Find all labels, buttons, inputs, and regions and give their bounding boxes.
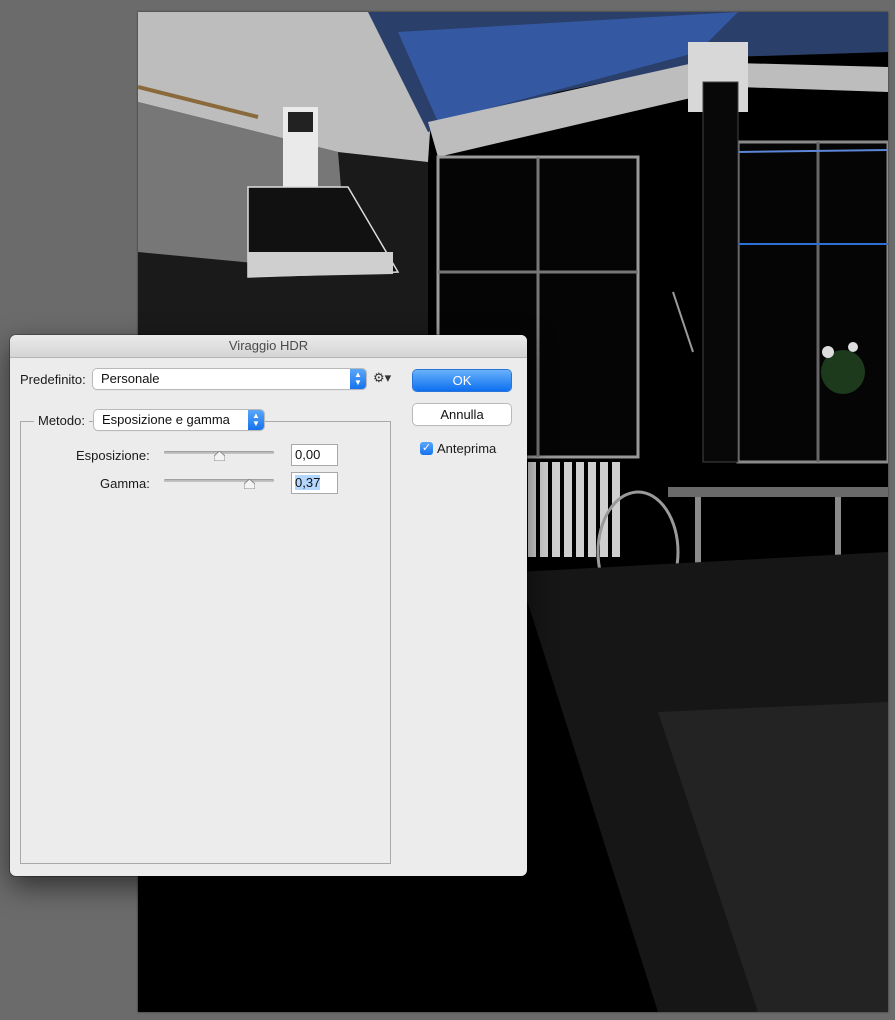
gear-icon[interactable]: ⚙▾ (373, 370, 391, 386)
up-down-arrows-icon: ▲ ▼ (248, 410, 264, 430)
method-label: Metodo: (34, 413, 89, 428)
exposure-label: Esposizione: (76, 448, 150, 463)
gamma-slider[interactable] (164, 479, 274, 482)
preset-label: Predefinito: (20, 372, 86, 387)
checkmark-icon: ✓ (421, 442, 432, 454)
ok-button[interactable]: OK (413, 370, 511, 391)
gamma-label: Gamma: (100, 476, 150, 491)
preview-checkbox[interactable]: ✓ (420, 442, 433, 455)
gamma-field-value: 0,37 (295, 475, 321, 490)
preview-label[interactable]: Anteprima (437, 441, 496, 456)
up-down-arrows-icon: ▲ ▼ (350, 369, 366, 389)
preset-select-value: Personale (101, 371, 160, 386)
hdr-toning-dialog: Viraggio HDR Predefinito: Personale ▲ ▼ ⚙… (10, 335, 527, 876)
gamma-field[interactable]: 0,37 (292, 473, 337, 493)
method-select-value: Esposizione e gamma (102, 412, 230, 427)
cancel-button[interactable]: Annulla (413, 404, 511, 425)
exposure-slider-thumb[interactable] (213, 451, 225, 461)
dialog-title: Viraggio HDR (10, 335, 527, 358)
gamma-slider-thumb[interactable] (244, 479, 256, 489)
exposure-field[interactable]: 0,00 (292, 445, 337, 465)
preset-select[interactable]: Personale ▲ ▼ (93, 369, 366, 389)
method-select[interactable]: Esposizione e gamma ▲ ▼ (94, 410, 264, 430)
